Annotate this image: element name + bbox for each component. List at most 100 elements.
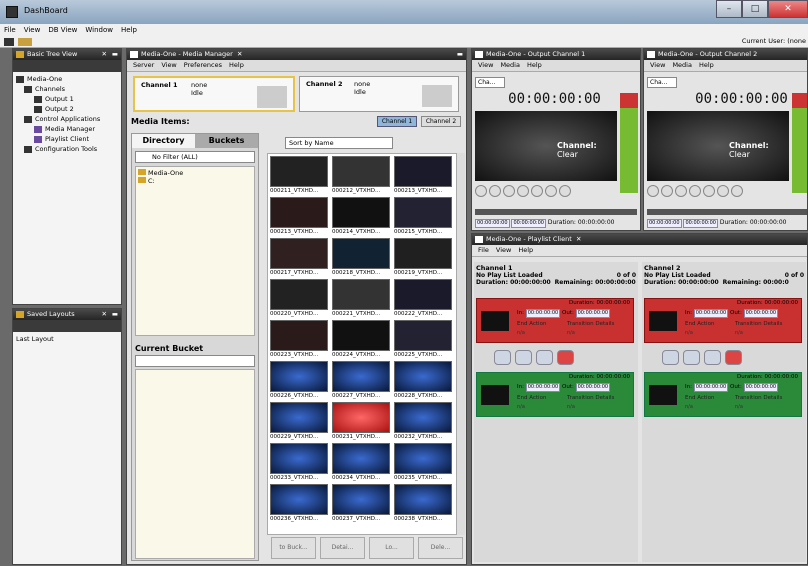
- timeline-scrubber[interactable]: [475, 209, 637, 215]
- dir-item-media-one[interactable]: Media-One: [138, 169, 252, 177]
- media-thumbnail[interactable]: 000219_VTXHD...: [394, 238, 452, 278]
- record-button[interactable]: [557, 350, 574, 365]
- prev-button[interactable]: [489, 185, 501, 197]
- tab-buckets[interactable]: Buckets: [195, 134, 258, 148]
- tree-item-configuration-tools[interactable]: Configuration Tools: [16, 144, 118, 154]
- media-thumbnail[interactable]: 000237_VTXHD...: [332, 484, 390, 524]
- play-cue-button[interactable]: [662, 350, 679, 365]
- menu-media[interactable]: Media: [500, 60, 520, 71]
- channel-select[interactable]: Cha...: [475, 77, 505, 88]
- stop-cue-button[interactable]: [536, 350, 553, 365]
- layout-item[interactable]: Last Layout: [13, 332, 121, 346]
- load-button[interactable]: Lo...: [369, 537, 414, 559]
- to-bucket-button[interactable]: to Buck...: [271, 537, 316, 559]
- close-button[interactable]: ✕: [768, 0, 808, 18]
- tree-item-output-1[interactable]: Output 1: [16, 94, 118, 104]
- menu-view[interactable]: View: [24, 24, 41, 36]
- tree-item-output-2[interactable]: Output 2: [16, 104, 118, 114]
- menu-db-view[interactable]: DB View: [48, 24, 77, 36]
- next-cue-button[interactable]: [515, 350, 532, 365]
- menu-view[interactable]: View: [496, 245, 511, 256]
- media-thumbnail[interactable]: 000231_VTXHD...: [332, 402, 390, 442]
- media-thumbnail[interactable]: 000229_VTXHD...: [270, 402, 328, 442]
- current-cue[interactable]: Duration: 00:00:00:00 In: 00:00:00:00 Ou…: [644, 298, 802, 343]
- rewind-button[interactable]: [475, 185, 487, 197]
- minimize-button[interactable]: –: [716, 0, 742, 18]
- media-thumbnail[interactable]: 000234_VTXHD...: [332, 443, 390, 483]
- media-thumbnail[interactable]: 000233_VTXHD...: [270, 443, 328, 483]
- channel-2-button[interactable]: Channel 2: [421, 116, 461, 127]
- stop-cue-button[interactable]: [704, 350, 721, 365]
- next-cue[interactable]: Duration: 00:00:00:00 In: 00:00:00:00 Ou…: [644, 372, 802, 417]
- current-cue[interactable]: Duration: 00:00:00:00 In: 00:00:00:00 Ou…: [476, 298, 634, 343]
- minimize-icon[interactable]: ▬: [112, 309, 118, 320]
- loop-button[interactable]: [559, 185, 571, 197]
- media-thumbnail[interactable]: 000212_VTXHD...: [332, 156, 390, 196]
- menu-file[interactable]: File: [478, 245, 489, 256]
- menu-help[interactable]: Help: [229, 60, 244, 71]
- media-thumbnail[interactable]: 000224_VTXHD...: [332, 320, 390, 360]
- rewind-button[interactable]: [647, 185, 659, 197]
- close-icon[interactable]: ✕: [576, 234, 581, 245]
- media-thumbnail[interactable]: 000228_VTXHD...: [394, 361, 452, 401]
- menu-view[interactable]: View: [650, 60, 665, 71]
- tab-directory[interactable]: Directory: [132, 134, 195, 148]
- play-button[interactable]: [675, 185, 687, 197]
- media-thumbnail[interactable]: 000226_VTXHD...: [270, 361, 328, 401]
- next-cue[interactable]: Duration: 00:00:00:00 In: 00:00:00:00 Ou…: [476, 372, 634, 417]
- stop-button[interactable]: [531, 185, 543, 197]
- media-thumbnail[interactable]: 000221_VTXHD...: [332, 279, 390, 319]
- toolbar-icon[interactable]: [4, 38, 14, 46]
- sort-select[interactable]: Sort by Name: [285, 137, 393, 149]
- media-thumbnail[interactable]: 000213_VTXHD...: [270, 197, 328, 237]
- maximize-button[interactable]: □: [742, 0, 768, 18]
- toolbar-folder-icon[interactable]: [18, 38, 32, 46]
- media-thumbnail[interactable]: 000235_VTXHD...: [394, 443, 452, 483]
- menu-server[interactable]: Server: [133, 60, 154, 71]
- media-thumbnail[interactable]: 000213_VTXHD...: [394, 156, 452, 196]
- play-button[interactable]: [503, 185, 515, 197]
- media-thumbnail[interactable]: 000236_VTXHD...: [270, 484, 328, 524]
- media-thumbnail[interactable]: 000217_VTXHD...: [270, 238, 328, 278]
- play-cue-button[interactable]: [494, 350, 511, 365]
- minimize-icon[interactable]: ▬: [112, 49, 118, 60]
- media-thumbnail[interactable]: 000238_VTXHD...: [394, 484, 452, 524]
- channel-1-button[interactable]: Channel 1: [377, 116, 417, 127]
- menu-view[interactable]: View: [161, 60, 176, 71]
- dir-item-c[interactable]: C:: [138, 177, 252, 185]
- next-cue-button[interactable]: [683, 350, 700, 365]
- loop-button[interactable]: [731, 185, 743, 197]
- channel-select[interactable]: Cha...: [647, 77, 677, 88]
- tree-item-playlist-client[interactable]: Playlist Client: [16, 134, 118, 144]
- media-thumbnail[interactable]: 000211_VTXHD...: [270, 156, 328, 196]
- delete-button[interactable]: Dele...: [418, 537, 463, 559]
- bucket-select[interactable]: [135, 355, 255, 367]
- timeline-scrubber[interactable]: [647, 209, 807, 215]
- pause-button[interactable]: [517, 185, 529, 197]
- prev-button[interactable]: [661, 185, 673, 197]
- tree-item-control-applications[interactable]: Control Applications: [16, 114, 118, 124]
- media-thumbnail[interactable]: 000225_VTXHD...: [394, 320, 452, 360]
- record-button[interactable]: [725, 350, 742, 365]
- channel-1-box[interactable]: Channel 1 none Idle: [133, 76, 295, 112]
- menu-view[interactable]: View: [478, 60, 493, 71]
- menu-help[interactable]: Help: [121, 24, 137, 36]
- tree-item-channels[interactable]: Channels: [16, 84, 118, 94]
- menu-help[interactable]: Help: [699, 60, 714, 71]
- close-icon[interactable]: ✕: [237, 49, 242, 60]
- details-button[interactable]: Detai...: [320, 537, 365, 559]
- filter-select[interactable]: No Filter (ALL): [135, 151, 255, 163]
- next-button[interactable]: [545, 185, 557, 197]
- media-thumbnail[interactable]: 000218_VTXHD...: [332, 238, 390, 278]
- tree-item-media-manager[interactable]: Media Manager: [16, 124, 118, 134]
- menu-help[interactable]: Help: [527, 60, 542, 71]
- menu-file[interactable]: File: [4, 24, 16, 36]
- media-thumbnail[interactable]: 000214_VTXHD...: [332, 197, 390, 237]
- pause-button[interactable]: [689, 185, 701, 197]
- media-thumbnail[interactable]: 000223_VTXHD...: [270, 320, 328, 360]
- menu-media[interactable]: Media: [672, 60, 692, 71]
- media-thumbnail[interactable]: 000227_VTXHD...: [332, 361, 390, 401]
- menu-preferences[interactable]: Preferences: [184, 60, 222, 71]
- media-thumbnail[interactable]: 000222_VTXHD...: [394, 279, 452, 319]
- close-icon[interactable]: ✕: [102, 309, 107, 320]
